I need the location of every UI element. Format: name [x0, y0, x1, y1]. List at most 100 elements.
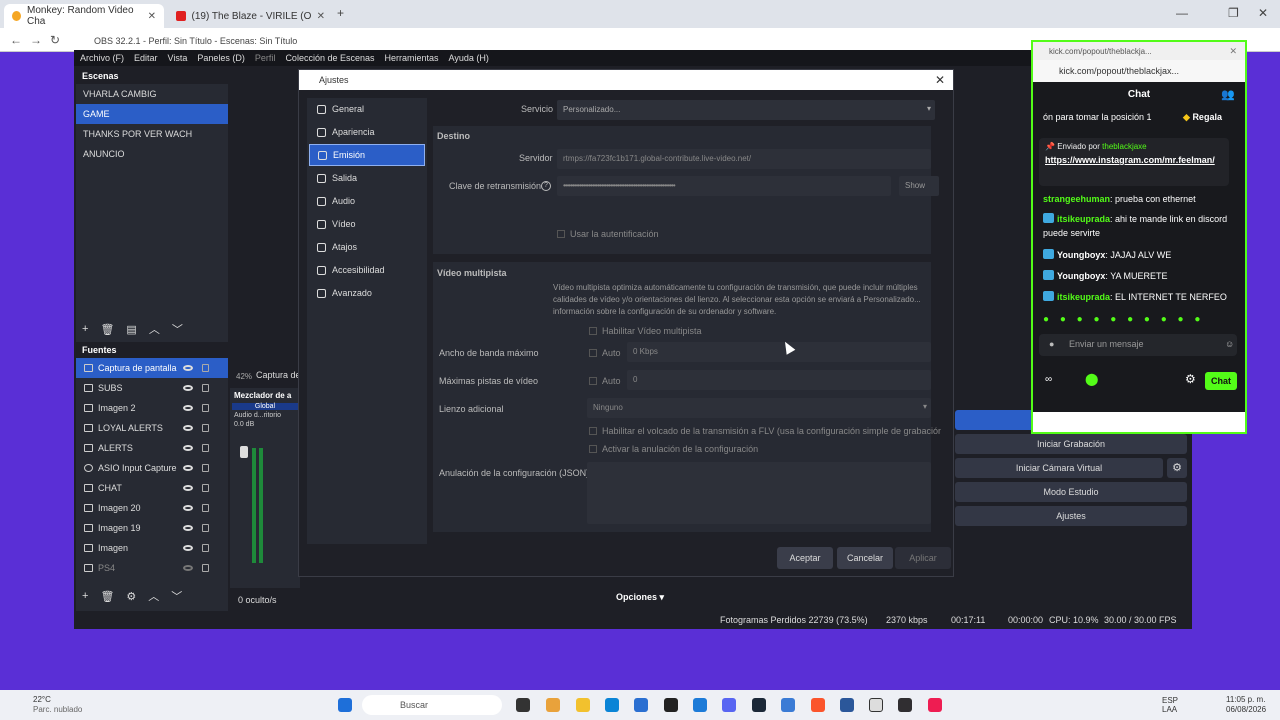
close-icon[interactable]: ✕ — [148, 11, 156, 22]
unity-icon[interactable] — [869, 698, 883, 712]
add-icon[interactable]: + — [82, 590, 88, 602]
apply-button[interactable]: Aplicar — [895, 547, 951, 569]
stream-key-input[interactable]: ••••••••••••••••••••••••••••••••••••••••… — [557, 176, 891, 196]
use-auth-checkbox[interactable]: Usar la autentificación — [557, 229, 659, 239]
chat-input[interactable]: Enviar un mensaje — [1039, 334, 1237, 356]
close-icon[interactable]: ✕ — [1229, 46, 1237, 57]
source-item[interactable]: Imagen 20 — [76, 498, 228, 518]
lock-icon[interactable] — [202, 404, 209, 412]
gear-icon[interactable]: ⚙ — [126, 590, 136, 603]
source-item[interactable]: Imagen 19 — [76, 518, 228, 538]
add-icon[interactable]: + — [82, 323, 88, 335]
server-input[interactable]: rtmps://fa723fc1b171.global-contribute.l… — [557, 149, 931, 169]
tiktok-icon[interactable] — [928, 698, 942, 712]
folder-icon[interactable] — [576, 698, 590, 712]
steam-icon[interactable] — [752, 698, 766, 712]
close-icon[interactable]: ✕ — [935, 73, 945, 87]
chat-username[interactable]: Youngboyx — [1057, 250, 1105, 260]
chat-username[interactable]: Youngboyx — [1057, 271, 1105, 281]
volume-slider[interactable] — [240, 446, 248, 458]
gift-button[interactable]: ◆ Regala — [1183, 112, 1222, 123]
override-checkbox[interactable]: Activar la anulación de la configuración — [589, 444, 758, 454]
help-icon[interactable]: ? — [541, 181, 551, 191]
input-lang2[interactable]: LAA — [1162, 705, 1177, 714]
bandwidth-auto-checkbox[interactable]: Auto — [589, 348, 621, 358]
obs-icon[interactable] — [898, 698, 912, 712]
app-icon[interactable] — [664, 698, 678, 712]
edge-icon[interactable] — [605, 698, 619, 712]
nav-apariencia[interactable]: Apariencia — [309, 121, 425, 143]
close-window-icon[interactable]: ✕ — [1258, 6, 1268, 20]
discord-icon[interactable] — [722, 698, 736, 712]
minimize-icon[interactable]: — — [1176, 6, 1188, 20]
pinned-link[interactable]: https://www.instagram.com/mr.feelman/ — [1045, 154, 1215, 166]
nav-video[interactable]: Vídeo — [309, 213, 425, 235]
gear-icon[interactable]: ⚙ — [1167, 458, 1187, 478]
enable-multitrack-checkbox[interactable]: Habilitar Vídeo multipista — [589, 326, 702, 336]
menu-ayuda[interactable]: Ayuda (H) — [449, 53, 489, 63]
tab-youtube[interactable]: (19) The Blaze - VIRILE (Official V ✕ — [168, 4, 333, 28]
copilot-icon[interactable] — [546, 698, 560, 712]
show-button[interactable]: Show — [899, 176, 939, 196]
eye-hidden-icon[interactable] — [183, 565, 193, 571]
settings-button[interactable]: Ajustes — [955, 506, 1187, 526]
service-select[interactable]: Personalizado... ▾ — [557, 100, 935, 120]
emote-bar[interactable]: ● ● ● ● ● ● ● ● ● ● — [1043, 314, 1204, 325]
down-icon[interactable]: ﹀ — [171, 588, 182, 604]
windows-start-icon[interactable] — [338, 698, 352, 712]
input-lang[interactable]: ESP — [1162, 696, 1178, 705]
maximize-icon[interactable]: ❐ — [1228, 6, 1239, 20]
start-virtual-camera-button[interactable]: Iniciar Cámara Virtual — [955, 458, 1163, 478]
cancel-button[interactable]: Cancelar — [837, 547, 893, 569]
nav-avanzado[interactable]: Avanzado — [309, 282, 425, 304]
eye-icon[interactable] — [183, 485, 193, 491]
tracks-auto-checkbox[interactable]: Auto — [589, 376, 621, 386]
source-item[interactable]: Imagen 2 — [76, 398, 228, 418]
eye-icon[interactable] — [183, 465, 193, 471]
lock-icon[interactable] — [202, 444, 209, 452]
taskview-icon[interactable] — [516, 698, 530, 712]
nav-audio[interactable]: Audio — [309, 190, 425, 212]
reload-icon[interactable]: ↻ — [50, 33, 60, 47]
clock-date[interactable]: 06/08/2026 — [1226, 705, 1266, 714]
chat-username[interactable]: strangeehuman — [1043, 194, 1110, 204]
menu-herramientas[interactable]: Herramientas — [385, 53, 439, 63]
nav-accesibilidad[interactable]: Accesibilidad — [309, 259, 425, 281]
lock-icon[interactable] — [202, 544, 209, 552]
trash-icon[interactable]: 🗑 — [100, 323, 114, 336]
word-icon[interactable] — [840, 698, 854, 712]
trash-icon[interactable]: 🗑 — [100, 590, 114, 603]
menu-vista[interactable]: Vista — [168, 53, 188, 63]
chat-username[interactable]: itsikeuprada — [1057, 214, 1110, 224]
eye-icon[interactable] — [183, 365, 193, 371]
brave-icon[interactable] — [811, 698, 825, 712]
source-item[interactable]: LOYAL ALERTS — [76, 418, 228, 438]
new-tab-button[interactable]: + — [337, 6, 344, 20]
menu-perfil[interactable]: Perfil — [255, 53, 276, 63]
scene-item[interactable]: ANUNCIO — [76, 144, 228, 164]
lock-icon[interactable] — [202, 424, 209, 432]
forward-icon[interactable]: → — [30, 33, 42, 47]
clock-time[interactable]: 11:05 p. m. — [1226, 695, 1265, 704]
menu-editar[interactable]: Editar — [134, 53, 158, 63]
start-recording-button[interactable]: Iniciar Grabación — [955, 434, 1187, 454]
up-icon[interactable]: ︿ — [149, 321, 160, 337]
options-button[interactable]: Opciones ▾ — [616, 592, 664, 603]
lock-icon[interactable] — [202, 364, 209, 372]
down-icon[interactable]: ﹀ — [172, 321, 183, 337]
source-item[interactable]: Imagen — [76, 538, 228, 558]
gear-icon[interactable]: ⚙ — [1185, 372, 1196, 386]
lock-icon[interactable] — [202, 504, 209, 512]
taskbar-search[interactable]: Buscar — [362, 695, 502, 715]
source-item[interactable]: ALERTS — [76, 438, 228, 458]
infinity-icon[interactable]: ∞ — [1045, 374, 1052, 385]
users-icon[interactable]: 👥 — [1221, 82, 1235, 108]
source-item[interactable]: CHAT — [76, 478, 228, 498]
back-icon[interactable]: ← — [10, 33, 22, 47]
nav-atajos[interactable]: Atajos — [309, 236, 425, 258]
scene-item[interactable]: VHARLA CAMBIG — [76, 84, 228, 104]
kick-icon[interactable]: ⬤ — [1085, 372, 1098, 386]
source-item[interactable]: PS4 — [76, 558, 228, 578]
menu-archivo[interactable]: Archivo (F) — [80, 53, 124, 63]
app-icon[interactable] — [693, 698, 707, 712]
